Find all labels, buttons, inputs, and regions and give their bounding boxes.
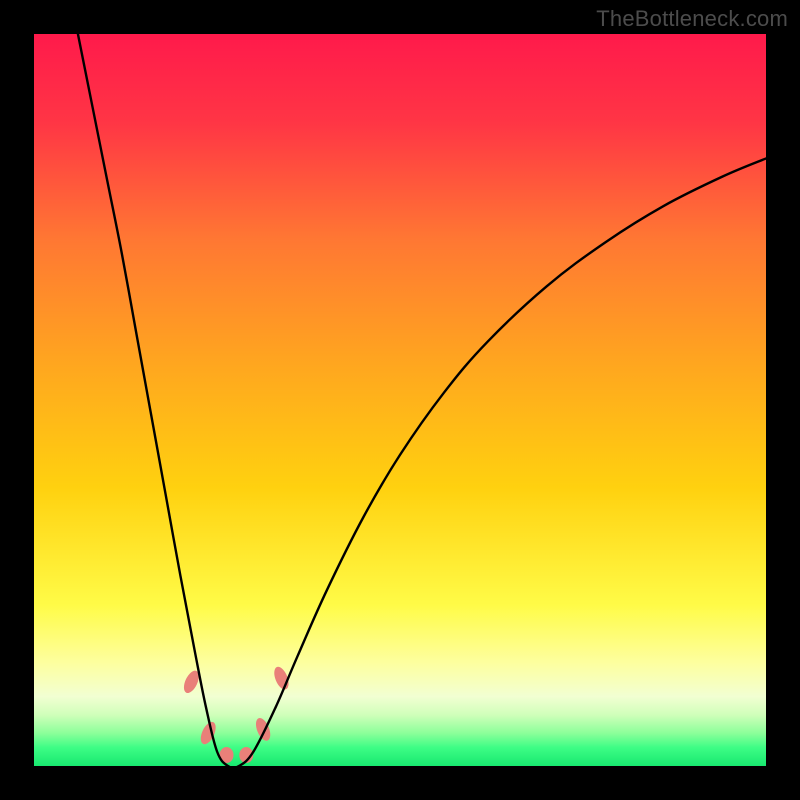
chart-frame: TheBottleneck.com (0, 0, 800, 800)
plot-foreground (34, 34, 766, 766)
bottleneck-curve (78, 34, 766, 768)
watermark-text: TheBottleneck.com (596, 6, 788, 32)
marker-left-low (198, 720, 219, 747)
